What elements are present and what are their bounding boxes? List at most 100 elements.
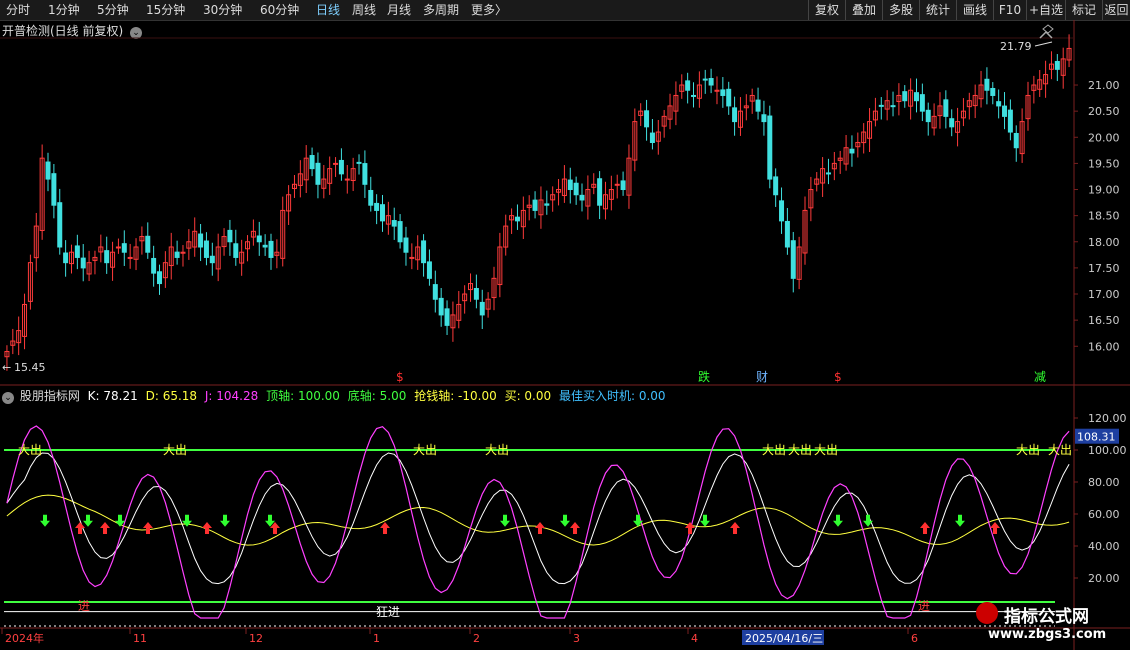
candle [990,82,996,105]
candle [391,207,397,240]
candle [890,91,896,117]
candle [597,171,603,220]
price-tick-label: 19.00 [1088,184,1120,197]
candle [379,194,385,232]
candle-body [356,161,362,164]
candle [215,233,221,282]
candle [115,238,121,254]
candle-body [444,308,450,326]
candle [708,68,714,94]
low-price-arrow-icon: ← [2,361,11,374]
stock-chart-canvas[interactable]: 21.00 20.50 20.00 19.50 19.00 18.50 18.00 17.50… [0,0,1130,650]
candle [110,241,116,281]
candle [1060,47,1066,89]
candle [544,190,550,215]
sell-signal-label: 大出 [163,443,187,457]
candle-body [203,240,209,258]
candle [561,165,567,203]
candle [479,289,485,330]
candle [309,147,315,177]
candle-body [432,284,438,300]
candle-body [726,88,732,107]
candle [937,92,943,129]
candle [250,219,256,246]
candle-body [614,183,620,186]
candle-body [256,235,262,243]
candle [966,92,972,120]
candle [280,196,286,267]
candle-body [649,132,655,143]
k-line [6,452,1070,585]
candle [1054,54,1060,82]
candle [925,102,931,136]
candle [327,156,333,195]
candle [667,93,673,130]
arrow-down-icon [955,514,965,527]
candle [538,186,544,229]
date-label: 3 [573,632,580,645]
arrow-up-icon [143,522,153,534]
candle [286,185,292,226]
watermark-logo: 指标公式网 www.zbgs3.com [966,598,1126,646]
candle [227,219,233,256]
candle-body [996,101,1002,107]
candle-body [925,109,931,123]
arrow-down-icon [40,514,50,527]
candle [186,229,192,260]
watermark-url: www.zbgs3.com [988,627,1107,642]
candle-body [403,237,409,253]
candle [1013,125,1019,162]
arrow-up-icon [202,522,212,534]
arrow-down-icon [83,514,93,527]
candle [403,226,409,266]
date-label: 2 [473,632,480,645]
candle [221,228,227,256]
candle-body [597,178,603,206]
candle [432,270,438,313]
candle [608,175,614,211]
candle-body [397,221,403,243]
candle-body [74,245,80,258]
candle [16,316,22,356]
indicator-tick-label: 40.00 [1088,540,1120,553]
candle [949,109,955,137]
candle-body [702,78,708,81]
candle [661,110,667,138]
candle-body [145,235,151,253]
candle [1025,81,1031,131]
candle [157,264,163,295]
candle-body [1013,132,1019,149]
candle-body [990,87,996,96]
candle [151,245,157,287]
candle-body [438,297,444,316]
candle [685,72,691,104]
event-marker: 减 [1034,370,1046,384]
candle [421,234,427,277]
candle-body [127,256,133,259]
candle [256,221,262,256]
candle [63,240,69,277]
candle-body [732,107,738,123]
candle [749,88,755,114]
candle-body [233,243,239,258]
candle-body [1054,60,1060,70]
indicator-tick-label: 100.00 [1088,444,1127,457]
candle-body [344,178,350,181]
candle [931,103,937,136]
candle [409,243,415,270]
candle-body [198,233,204,248]
strong-buy-signal-label: 狂进 [376,605,400,619]
event-marker: 跌 [698,369,710,384]
candle [145,222,151,259]
price-tick-label: 16.00 [1088,340,1120,353]
candle-body [51,173,57,206]
price-tick-label: 19.50 [1088,157,1120,170]
candle [796,236,802,290]
candle [620,171,626,196]
candle [303,145,309,194]
candle [33,212,39,272]
candle [27,254,33,310]
chevron-up-icon [1039,30,1053,39]
candle [567,167,573,204]
candle [1031,75,1037,104]
